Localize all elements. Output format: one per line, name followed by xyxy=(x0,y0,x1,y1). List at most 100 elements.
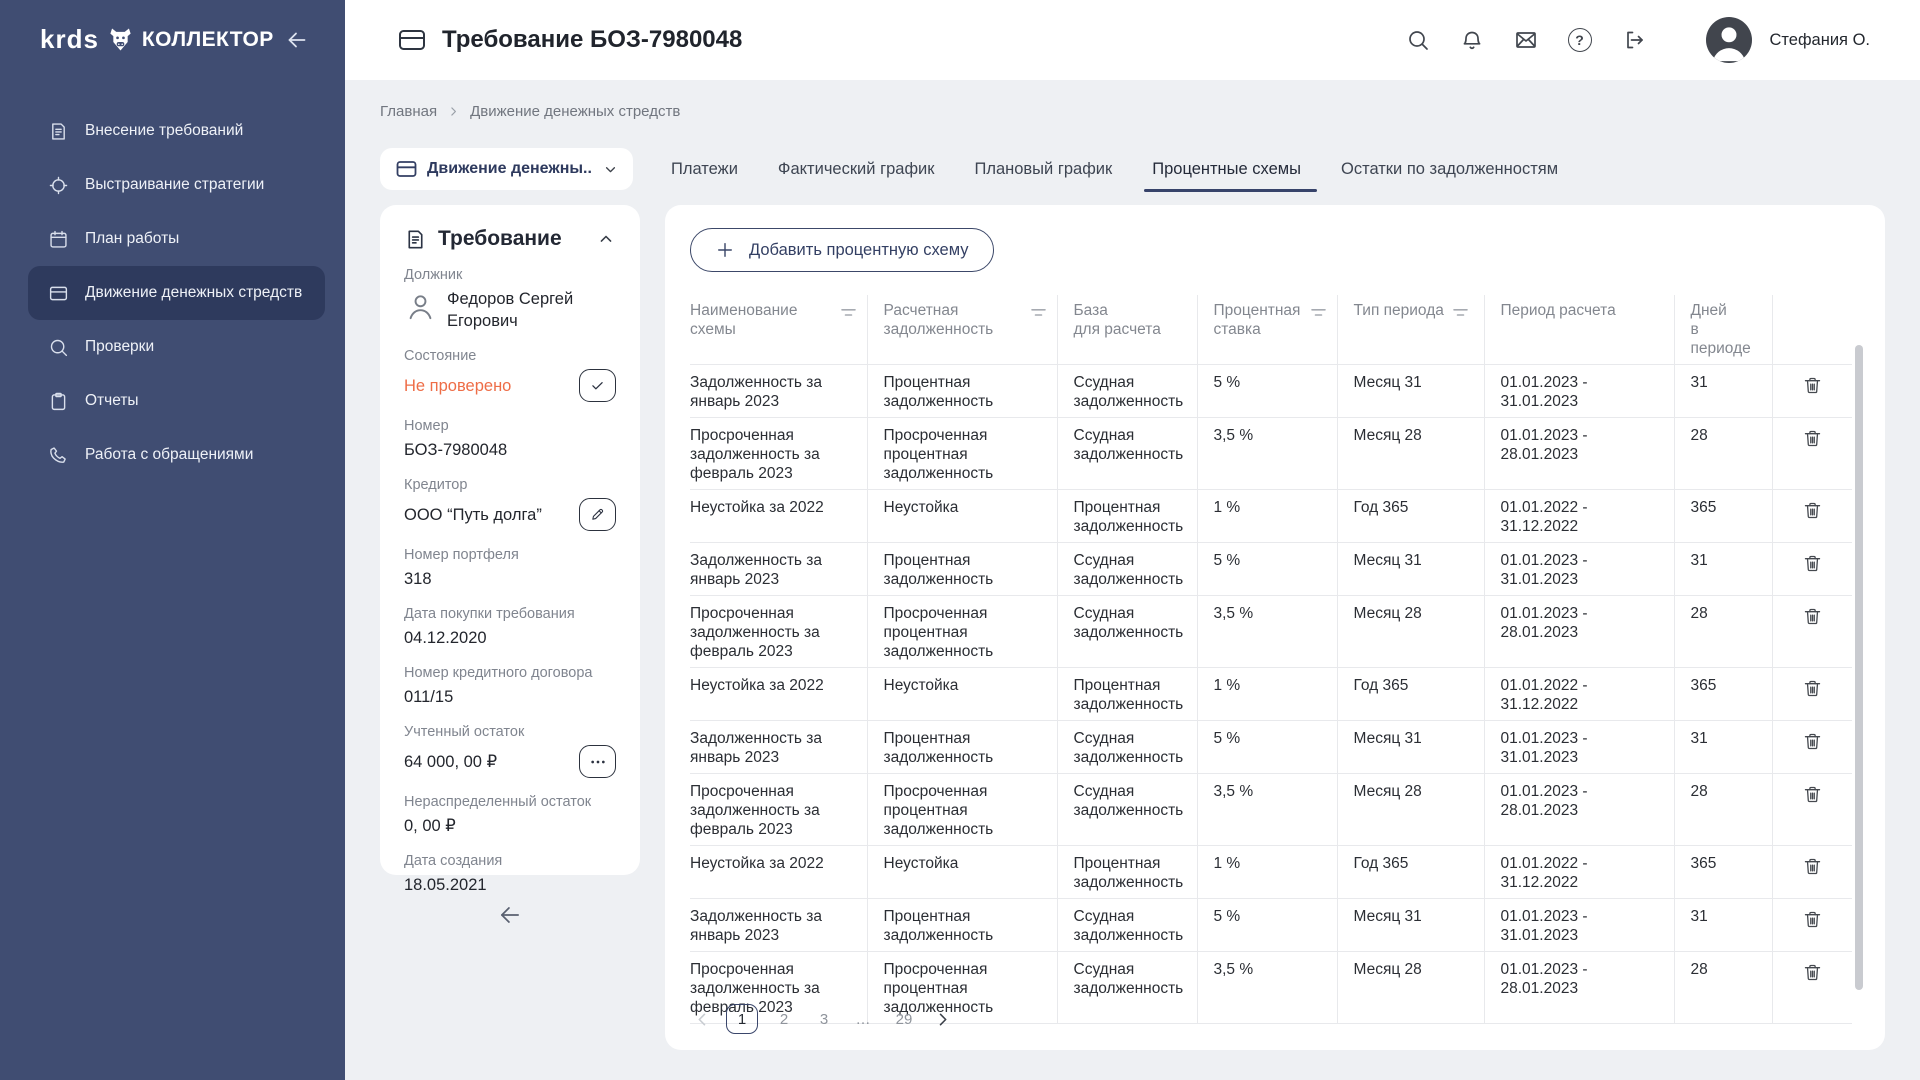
cell-actions xyxy=(1772,490,1852,543)
cell-calc-period: 01.01.2023 - 31.01.2023 xyxy=(1484,721,1674,774)
trash-icon xyxy=(1802,606,1823,627)
bell-icon[interactable] xyxy=(1460,28,1484,52)
trash-icon xyxy=(1802,856,1823,877)
cell-period-type: Месяц 31 xyxy=(1337,899,1484,952)
cell-actions xyxy=(1772,365,1852,418)
sidebar-menu: Внесение требований Выстраивание стратеги… xyxy=(0,104,345,482)
delete-row-button[interactable] xyxy=(1800,551,1825,576)
pagination-page-3[interactable]: 3 xyxy=(810,1004,838,1034)
filter-icon[interactable] xyxy=(1452,305,1469,320)
balance-more-button[interactable] xyxy=(579,745,616,778)
sidebar-item-document[interactable]: Внесение требований xyxy=(28,104,325,158)
trash-icon xyxy=(1802,731,1823,752)
tab-1[interactable]: Платежи xyxy=(669,146,740,192)
filter-icon[interactable] xyxy=(1030,305,1047,320)
cell-period-type: Год 365 xyxy=(1337,668,1484,721)
sidebar-item-clipboard[interactable]: Отчеты xyxy=(28,374,325,428)
delete-row-button[interactable] xyxy=(1800,373,1825,398)
delete-row-button[interactable] xyxy=(1800,729,1825,754)
tab-4[interactable]: Процентные схемы xyxy=(1150,146,1303,192)
filter-icon[interactable] xyxy=(1310,305,1327,320)
claim-panel-title: Требование xyxy=(438,227,562,251)
cell-calc-period: 01.01.2023 - 31.01.2023 xyxy=(1484,543,1674,596)
clipboard-icon xyxy=(47,390,69,412)
delete-row-button[interactable] xyxy=(1800,676,1825,701)
sidebar-item-card[interactable]: Движение денежных стредств xyxy=(28,266,325,320)
filter-icon[interactable] xyxy=(840,305,857,320)
table-header-row: Наименование схемыРасчетная задолженност… xyxy=(690,295,1852,365)
table-row: Просроченная задолженность за февраль 20… xyxy=(690,774,1852,846)
delete-row-button[interactable] xyxy=(1800,907,1825,932)
field-label: Номер кредитного договора xyxy=(404,664,616,683)
delete-row-button[interactable] xyxy=(1800,960,1825,985)
section-dropdown[interactable]: Движение денежны... xyxy=(380,148,633,190)
field-portfolio: Номер портфеля 318 xyxy=(404,546,616,590)
mail-icon[interactable] xyxy=(1514,28,1538,52)
sidebar-collapse-button[interactable] xyxy=(285,28,309,52)
verify-check-button[interactable] xyxy=(579,369,616,402)
search-icon[interactable] xyxy=(1406,28,1430,52)
pagination-page-1[interactable]: 1 xyxy=(726,1004,758,1034)
edit-creditor-button[interactable] xyxy=(579,498,616,531)
delete-row-button[interactable] xyxy=(1800,604,1825,629)
claim-number: БОЗ-7980048 xyxy=(404,439,616,461)
sidebar-item-target[interactable]: Выстраивание стратегии xyxy=(28,158,325,212)
sidebar-item-search[interactable]: Проверки xyxy=(28,320,325,374)
cell-calc-base: Процентная задолженность xyxy=(1057,668,1197,721)
cell-period-type: Год 365 xyxy=(1337,846,1484,899)
delete-row-button[interactable] xyxy=(1800,854,1825,879)
cell-calc-period: 01.01.2022 - 31.12.2022 xyxy=(1484,668,1674,721)
trash-icon xyxy=(1802,375,1823,396)
trash-icon xyxy=(1802,909,1823,930)
sidebar-item-calendar[interactable]: План работы xyxy=(28,212,325,266)
add-scheme-label: Добавить процентную схему xyxy=(749,241,969,260)
cell-scheme-name: Просроченная задолженность за февраль 20… xyxy=(690,774,867,846)
pagination-prev[interactable] xyxy=(690,1007,714,1031)
help-icon[interactable] xyxy=(1568,28,1592,52)
tab-2[interactable]: Фактический график xyxy=(776,146,937,192)
field-unallocated-balance: Нераспределенный остаток 0, 00 ₽ xyxy=(404,793,616,837)
cell-actions xyxy=(1772,952,1852,1024)
field-created-date: Дата создания 18.05.2021 xyxy=(404,852,616,896)
cell-scheme-name: Неустойка за 2022 xyxy=(690,668,867,721)
pagination-next[interactable] xyxy=(930,1007,954,1031)
pagination-page-29[interactable]: 29 xyxy=(890,1004,918,1034)
breadcrumb-current: Движение денежных стредств xyxy=(470,103,680,120)
sidebar: krds КОЛЛЕКТОР Внесение требованийВыстра… xyxy=(0,0,345,1080)
tab-3[interactable]: Плановый график xyxy=(972,146,1114,192)
avatar[interactable] xyxy=(1706,17,1752,63)
column-header: База для расчета xyxy=(1057,295,1197,365)
field-state: Состояние Не проверено xyxy=(404,347,616,402)
delete-row-button[interactable] xyxy=(1800,498,1825,523)
cell-days: 31 xyxy=(1674,899,1772,952)
cell-calc-base: Ссудная задолженность xyxy=(1057,952,1197,1024)
cell-rate: 5 % xyxy=(1197,899,1337,952)
user-name[interactable]: Стефания О. xyxy=(1770,31,1870,50)
pagination-page-2[interactable]: 2 xyxy=(770,1004,798,1034)
add-scheme-button[interactable]: Добавить процентную схему xyxy=(690,228,994,272)
cell-actions xyxy=(1772,596,1852,668)
chevron-up-icon[interactable] xyxy=(596,229,616,249)
cell-days: 365 xyxy=(1674,846,1772,899)
logout-icon[interactable] xyxy=(1622,28,1646,52)
cell-days: 28 xyxy=(1674,596,1772,668)
delete-row-button[interactable] xyxy=(1800,426,1825,451)
cell-calc-base: Процентная задолженность xyxy=(1057,490,1197,543)
sidebar-item-label: Выстраивание стратегии xyxy=(85,176,264,194)
sidebar-item-phone[interactable]: Работа с обращениями xyxy=(28,428,325,482)
toolbar: Движение денежны... Платежи Фактический г… xyxy=(380,146,1885,192)
status-badge: Не проверено xyxy=(404,375,511,397)
tab-5[interactable]: Остатки по задолженностям xyxy=(1339,146,1560,192)
table-row: Задолженность за январь 2023Процентная з… xyxy=(690,543,1852,596)
trash-icon xyxy=(1802,428,1823,449)
trash-icon xyxy=(1802,500,1823,521)
breadcrumb-home[interactable]: Главная xyxy=(380,103,437,120)
field-label: Нераспределенный остаток xyxy=(404,793,616,812)
table-scrollbar[interactable] xyxy=(1855,345,1863,990)
delete-row-button[interactable] xyxy=(1800,782,1825,807)
field-creditor: Кредитор ООО “Путь долга” xyxy=(404,476,616,531)
collapse-panel-arrow[interactable] xyxy=(380,902,640,928)
cell-calc-period: 01.01.2022 - 31.12.2022 xyxy=(1484,490,1674,543)
cell-calc-base: Процентная задолженность xyxy=(1057,846,1197,899)
card-icon xyxy=(396,160,417,178)
